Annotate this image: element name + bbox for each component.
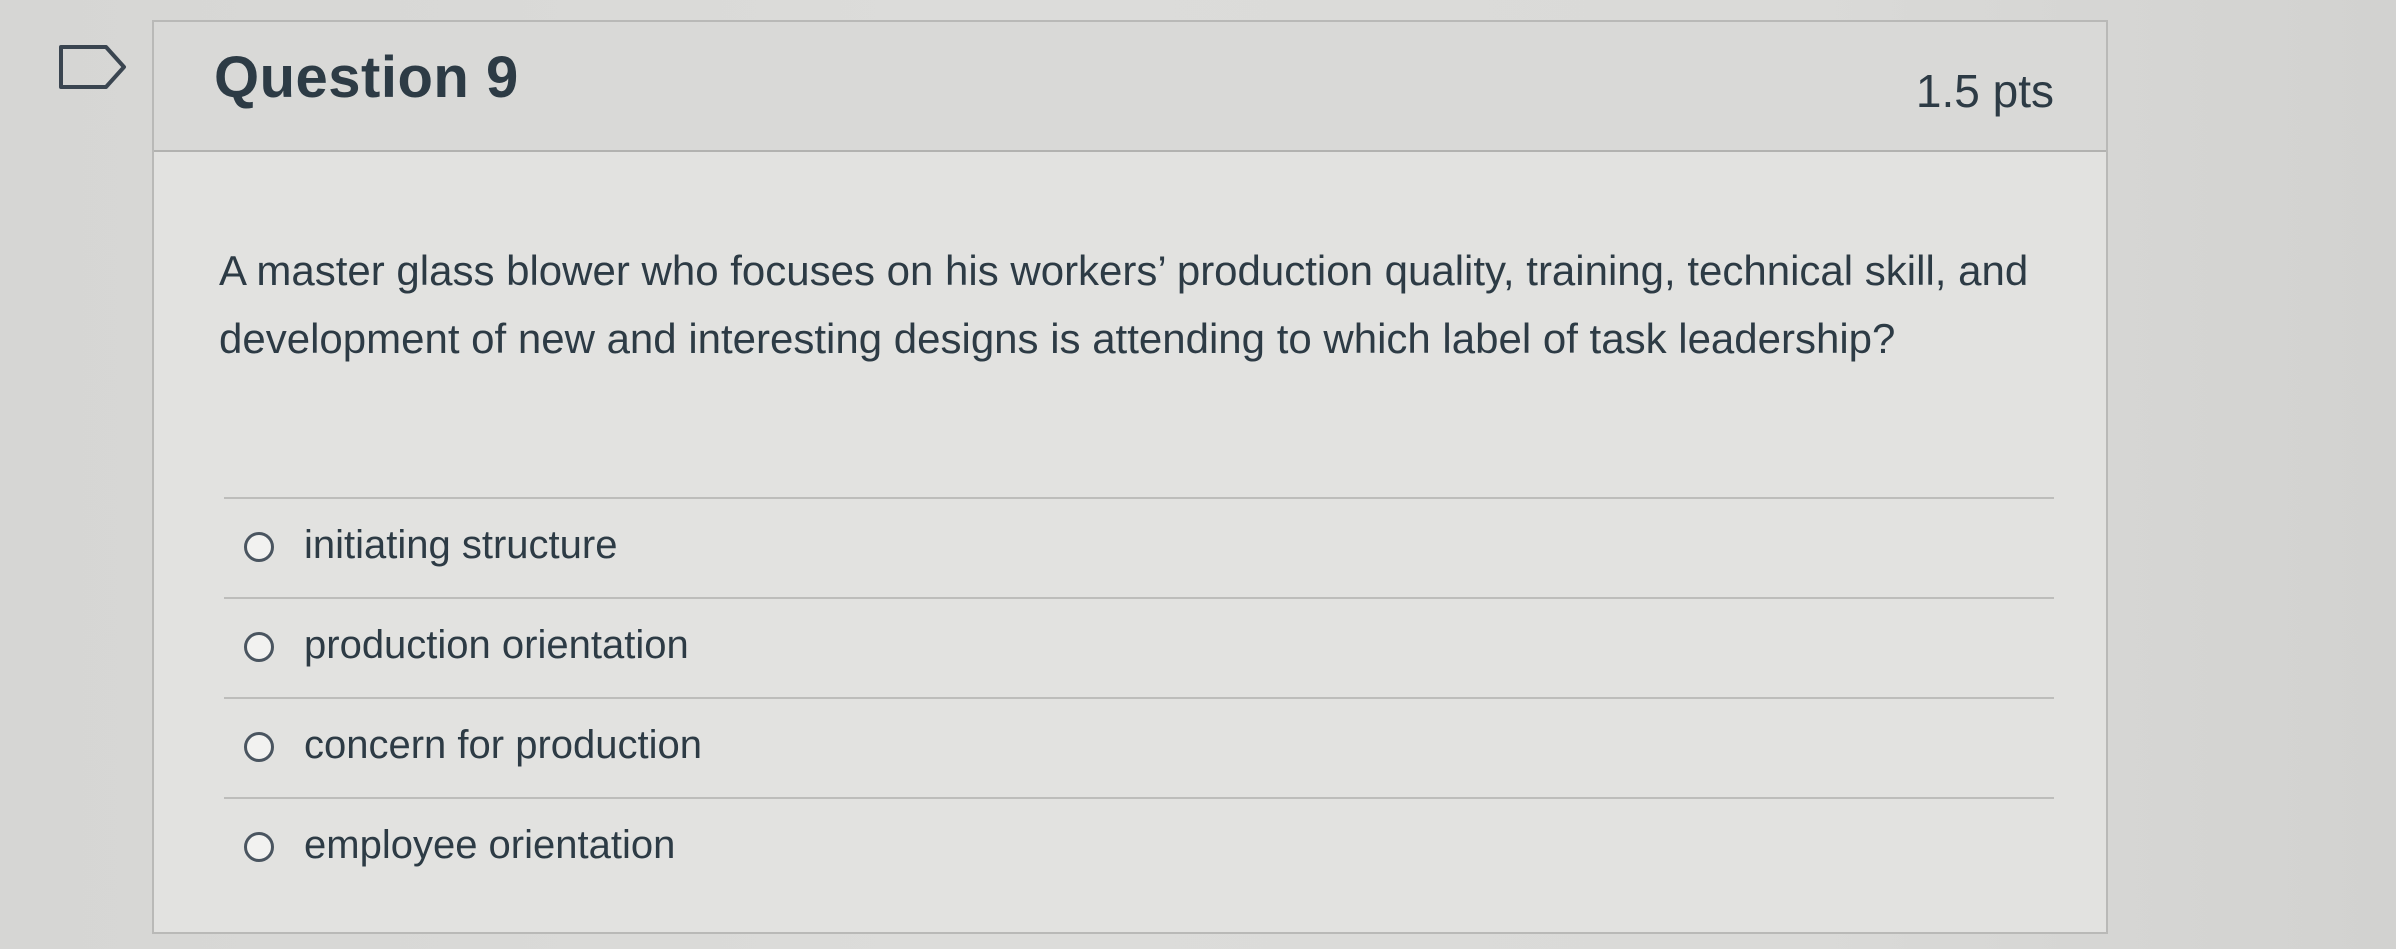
question-text: A master glass blower who focuses on his… [219, 247, 2029, 362]
quiz-page: Question 9 1.5 pts A master glass blower… [0, 0, 2396, 949]
answer-label: concern for production [304, 723, 703, 767]
question-title: Question 9 [214, 45, 519, 110]
answer-option-production-orientation[interactable]: production orientation [224, 599, 2054, 699]
answer-option-initiating-structure[interactable]: initiating structure [224, 499, 2054, 599]
radio-button[interactable] [244, 632, 274, 662]
question-card: Question 9 1.5 pts A master glass blower… [152, 20, 2108, 934]
answer-option-concern-for-production[interactable]: concern for production [224, 699, 2054, 799]
question-points: 1.5 pts [1915, 65, 2054, 117]
bookmark-flag-icon [59, 45, 126, 89]
radio-button[interactable] [244, 732, 274, 762]
radio-button[interactable] [244, 532, 274, 562]
answer-label: production orientation [304, 623, 689, 667]
answer-label: employee orientation [304, 823, 676, 867]
question-header: Question 9 1.5 pts [154, 22, 2106, 152]
answer-label: initiating structure [304, 523, 618, 567]
answer-option-employee-orientation[interactable]: employee orientation [224, 799, 2054, 897]
radio-button[interactable] [244, 832, 274, 862]
flag-question-button[interactable] [58, 44, 128, 90]
answer-list: initiating structure production orientat… [224, 497, 2054, 897]
